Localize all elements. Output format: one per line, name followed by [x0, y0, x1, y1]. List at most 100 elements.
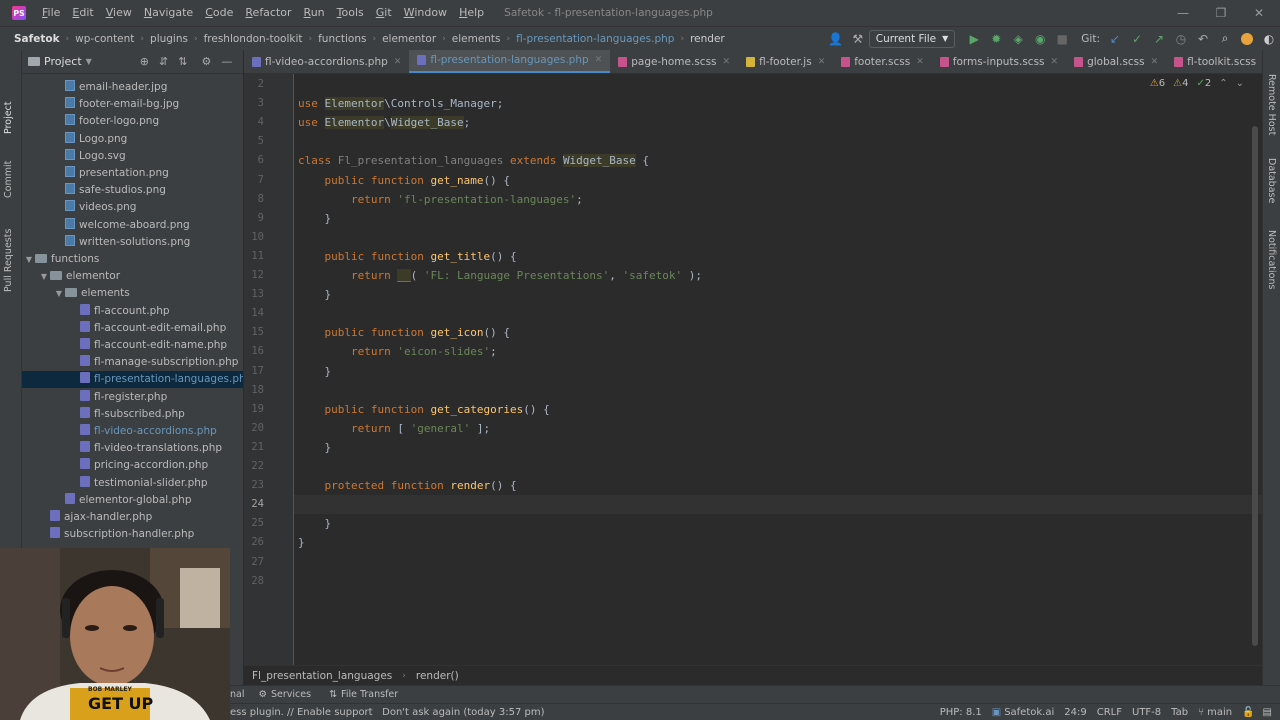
editor-tab[interactable]: footer.scss ✕ — [833, 50, 932, 73]
interpreter-widget[interactable]: ▣ Safetok.ai — [992, 707, 1055, 718]
tree-item[interactable]: fl-account.php — [22, 303, 243, 320]
menu-file[interactable]: File — [36, 0, 66, 26]
tree-item[interactable]: fl-account-edit-name.php — [22, 337, 243, 354]
tree-item[interactable]: ▼ elementor — [22, 268, 243, 285]
pull-requests-tool-tab[interactable]: Pull Requests — [3, 229, 14, 292]
tree-item[interactable]: fl-manage-subscription.php — [22, 354, 243, 371]
restore-icon[interactable]: ❐ — [1202, 0, 1240, 26]
tree-item[interactable]: fl-subscribed.php — [22, 406, 243, 423]
code-line[interactable]: protected function render() { — [298, 476, 517, 495]
tree-item[interactable]: fl-video-translations.php — [22, 440, 243, 457]
services-tool-button[interactable]: ⚙ Services — [258, 689, 311, 700]
close-tab-icon[interactable]: ✕ — [723, 57, 731, 67]
chevron-down-icon[interactable]: ▼ — [38, 268, 50, 285]
menu-code[interactable]: Code — [199, 0, 239, 26]
tree-item[interactable]: written-solutions.png — [22, 234, 243, 251]
expand-all-icon[interactable]: ⇵ — [159, 55, 168, 68]
code-line[interactable]: public function get_name() { — [298, 171, 510, 190]
tree-item[interactable]: welcome-aboard.png — [22, 217, 243, 234]
build-icon[interactable]: ⚒ — [847, 28, 869, 50]
tree-item[interactable]: ajax-handler.php — [22, 509, 243, 526]
code-line[interactable]: public function get_icon() { — [298, 323, 510, 342]
menu-refactor[interactable]: Refactor — [239, 0, 297, 26]
inspection-widget[interactable]: ⚠6 ⚠4 ✓2 ⌃ ⌄ — [1150, 78, 1244, 89]
menu-run[interactable]: Run — [298, 0, 331, 26]
editor-tab[interactable]: fl-video-accordions.php ✕ — [244, 50, 409, 73]
warning-count[interactable]: ⚠6 — [1150, 78, 1165, 89]
code-line[interactable]: } — [298, 438, 331, 457]
editor-tab[interactable]: fl-toolkit.scss✕ — [1166, 50, 1262, 73]
code-line[interactable]: } — [298, 533, 305, 552]
terminal-tool-button[interactable]: nal — [230, 689, 244, 700]
settings-icon[interactable]: ⚙ — [201, 55, 211, 68]
stop-icon[interactable]: ■ — [1051, 28, 1073, 50]
database-tool-tab[interactable]: Database — [1266, 158, 1277, 203]
weak-warning-count[interactable]: ⚠4 — [1173, 78, 1188, 89]
code-line[interactable]: public function get_title() { — [298, 247, 517, 266]
breadcrumb-item[interactable]: elementor — [376, 33, 442, 45]
breadcrumb-item[interactable]: elements — [446, 33, 507, 45]
code-line[interactable]: return 'eicon-slides'; — [298, 342, 497, 361]
updates-icon[interactable] — [1236, 28, 1258, 50]
close-tab-icon[interactable]: ✕ — [1151, 57, 1159, 67]
status-message[interactable]: ess plugin. // Enable support Don't ask … — [230, 707, 544, 718]
editor-tab[interactable]: page-home.scss ✕ — [610, 50, 738, 73]
locate-icon[interactable]: ⊕ — [140, 55, 149, 68]
breadcrumb-item[interactable]: plugins — [144, 33, 194, 45]
breadcrumb-item[interactable]: render — [684, 33, 731, 45]
tree-item[interactable]: Logo.png — [22, 131, 243, 148]
code-line[interactable]: } — [298, 362, 331, 381]
notifications-tool-tab[interactable]: Notifications — [1266, 230, 1277, 289]
menu-git[interactable]: Git — [370, 0, 398, 26]
line-separator[interactable]: CRLF — [1097, 707, 1122, 718]
user-icon[interactable]: 👤 — [825, 28, 847, 50]
tree-item[interactable]: elementor-global.php — [22, 492, 243, 509]
tree-item[interactable]: subscription-handler.php — [22, 526, 243, 543]
collapse-all-icon[interactable]: ⇅ — [178, 55, 187, 68]
tree-item[interactable]: email-header.jpg — [22, 79, 243, 96]
code-editor[interactable]: 2 3 4 5 6 7 8 9 10 11 12 13 14 15 16 17 18 19 20 21 22 23 24 25… — [244, 74, 1262, 665]
indent-setting[interactable]: Tab — [1171, 707, 1188, 718]
chevron-down-icon[interactable]: ▼ — [23, 251, 35, 268]
jetbrains-ai-icon[interactable]: ◐ — [1258, 28, 1280, 50]
run-config-select[interactable]: Current File ▼ — [868, 29, 956, 48]
tree-item[interactable]: pricing-accordion.php — [22, 457, 243, 474]
caret-position[interactable]: 24:9 — [1064, 707, 1086, 718]
close-tab-icon[interactable]: ✕ — [394, 57, 402, 67]
file-transfer-tool-button[interactable]: ⇅ File Transfer — [329, 689, 398, 700]
editor-tab[interactable]: fl-presentation-languages.php ✕ — [409, 50, 611, 73]
profile-icon[interactable]: ◉ — [1029, 28, 1051, 50]
hide-panel-icon[interactable]: — — [221, 55, 232, 68]
chevron-down-icon[interactable]: ▼ — [53, 285, 65, 302]
code-line[interactable]: use Elementor\Widget_Base; — [298, 113, 470, 132]
code-line[interactable]: public function get_categories() { — [298, 400, 550, 419]
previous-highlight-icon[interactable]: ⌃ — [1219, 78, 1227, 89]
tree-item[interactable]: footer-logo.png — [22, 113, 243, 130]
menu-window[interactable]: Window — [398, 0, 453, 26]
lock-icon[interactable]: 🔓 — [1242, 707, 1254, 718]
code-line[interactable]: class Fl_presentation_languages extends … — [298, 151, 649, 170]
project-tool-tab[interactable]: Project — [3, 101, 14, 134]
breadcrumb-item[interactable]: wp-content — [69, 33, 140, 45]
typo-count[interactable]: ✓2 — [1196, 78, 1211, 89]
tree-item[interactable]: Logo.svg — [22, 148, 243, 165]
breadcrumb-class[interactable]: Fl_presentation_languages — [252, 670, 392, 682]
git-branch-widget[interactable]: ⑂ main — [1198, 707, 1232, 718]
tree-item[interactable]: footer-email-bg.jpg — [22, 96, 243, 113]
tree-item[interactable]: videos.png — [22, 199, 243, 216]
tree-item[interactable]: fl-register.php — [22, 389, 243, 406]
coverage-icon[interactable]: ◈ — [1007, 28, 1029, 50]
tree-item[interactable]: presentation.png — [22, 165, 243, 182]
editor-tab[interactable]: forms-inputs.scss ✕ — [932, 50, 1066, 73]
menu-help[interactable]: Help — [453, 0, 490, 26]
file-encoding[interactable]: UTF-8 — [1132, 707, 1161, 718]
editor-tab[interactable]: global.scss ✕ — [1066, 50, 1166, 73]
code-line[interactable]: use Elementor\Controls_Manager; — [298, 94, 503, 113]
git-push-icon[interactable]: ↗ — [1148, 28, 1170, 50]
minimize-icon[interactable]: — — [1164, 0, 1202, 26]
breadcrumb-item[interactable]: freshlondon-toolkit — [198, 33, 309, 45]
tree-item[interactable]: safe-studios.png — [22, 182, 243, 199]
breadcrumb-item[interactable]: fl-presentation-languages.php — [510, 33, 680, 45]
menu-navigate[interactable]: Navigate — [138, 0, 199, 26]
next-highlight-icon[interactable]: ⌄ — [1236, 78, 1244, 89]
